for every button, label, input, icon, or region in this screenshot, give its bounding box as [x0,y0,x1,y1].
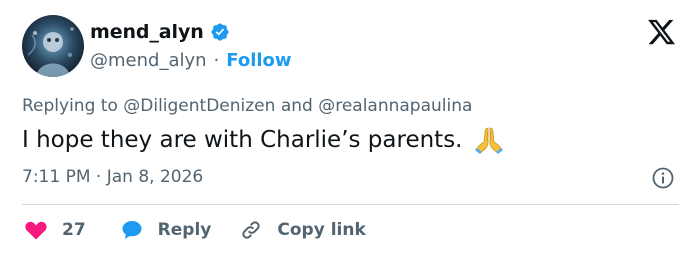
tweet-text: I hope they are with Charlie’s parents. [22,127,463,153]
link-icon [239,218,263,242]
timestamp[interactable]: 7:11 PM · Jan 8, 2026 [22,165,203,189]
follow-button[interactable]: Follow [226,50,291,71]
divider [22,204,679,205]
handle-row: @mend_alyn · Follow [90,48,292,72]
like-button[interactable]: 27 [24,218,86,242]
verified-badge-icon [210,22,230,42]
handle[interactable]: @mend_alyn [90,50,207,71]
like-count: 27 [62,220,86,240]
folded-hands-icon [473,125,505,155]
display-name[interactable]: mend_alyn [90,21,204,43]
x-logo[interactable] [646,17,677,47]
copy-link-label: Copy link [277,220,366,240]
avatar-image [22,15,84,77]
replying-conjunction: and [280,96,313,116]
replying-to-line: Replying to @DiligentDenizen and @realan… [22,94,472,118]
replying-prefix: Replying to [22,96,118,116]
heart-icon [24,218,48,242]
info-icon[interactable] [651,166,675,190]
avatar[interactable] [22,15,84,77]
mention-link[interactable]: @DiligentDenizen [123,96,275,116]
action-bar: 27 Reply Copy link [24,215,366,245]
mention-link[interactable]: @realannapaulina [318,96,472,116]
speech-bubble-icon [120,218,144,242]
copy-link-button[interactable]: Copy link [239,218,366,242]
reply-label: Reply [157,220,212,240]
reply-button[interactable]: Reply [120,218,212,242]
tweet-card: mend_alyn @mend_alyn · Follow Replying t… [0,0,700,256]
author-name-row: mend_alyn [90,19,230,45]
separator-dot: · [213,49,220,71]
tweet-body: I hope they are with Charlie’s parents. [22,124,505,156]
